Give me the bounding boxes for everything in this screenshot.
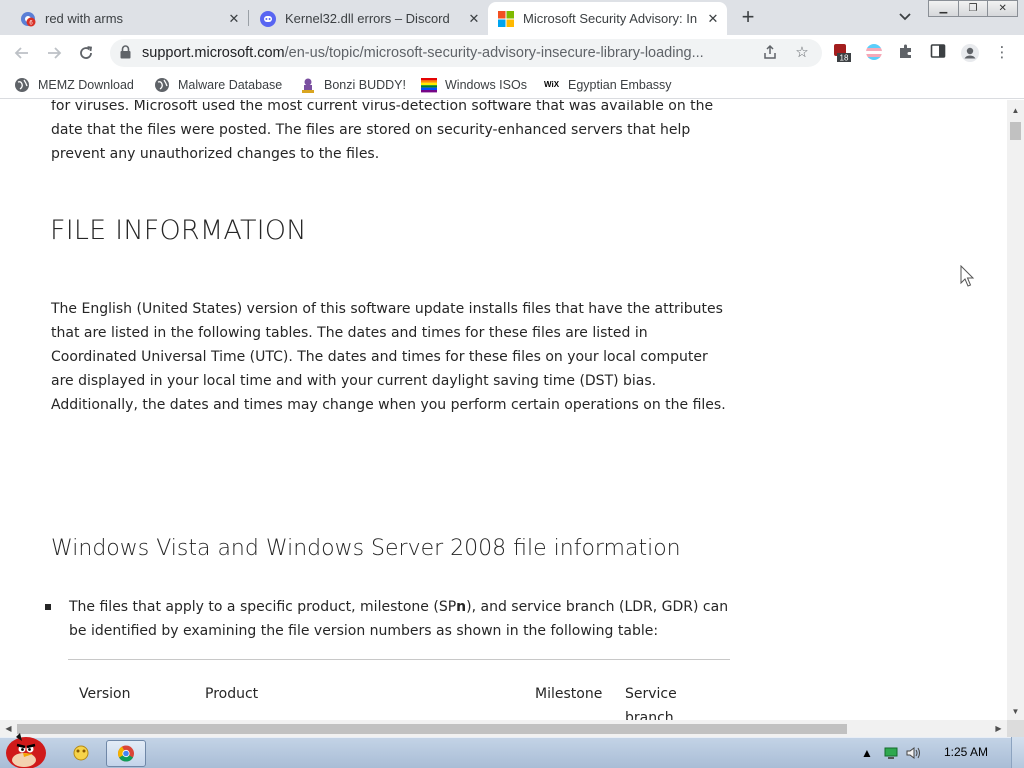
rainbow-flag-icon (421, 77, 437, 93)
new-tab-button[interactable]: + (737, 6, 759, 28)
tab-microsoft-security-advisory[interactable]: Microsoft Security Advisory: In ✕ (488, 2, 727, 35)
extensions-puzzle-icon[interactable] (896, 43, 916, 63)
file-information-paragraph: The English (United States) version of t… (51, 297, 726, 417)
browser-toolbar: support.microsoft.com/en-us/topic/micros… (0, 35, 1024, 71)
reload-button[interactable] (74, 41, 98, 65)
paragraph-line: Additionally, the dates and times may ch… (51, 397, 726, 413)
forward-button[interactable] (42, 41, 66, 65)
table-header-version: Version (79, 686, 131, 702)
vertical-scroll-thumb[interactable] (1010, 122, 1021, 140)
start-button-angry-bird-icon[interactable] (2, 729, 50, 768)
extension-badge-icon[interactable]: 18 (832, 43, 852, 63)
table-header-service-branch: Service branch (625, 686, 677, 720)
bookmark-label: Bonzi BUDDY! (324, 78, 406, 92)
paragraph-line: The English (United States) version of t… (51, 301, 723, 317)
discord-icon (260, 10, 276, 27)
intro-line: for viruses. Microsoft used the most cur… (51, 100, 714, 114)
side-panel-icon[interactable] (928, 43, 948, 63)
bookmark-label: Windows ISOs (445, 78, 527, 92)
intro-paragraph: for viruses. Microsoft used the most cur… (51, 100, 713, 166)
bookmark-star-icon[interactable]: ☆ (793, 44, 811, 62)
globe-icon (154, 77, 170, 93)
paragraph-line: are displayed in your local time and wit… (51, 373, 657, 389)
share-icon[interactable] (761, 44, 779, 62)
close-icon[interactable]: ✕ (466, 11, 482, 27)
mouse-cursor-icon (960, 264, 976, 289)
profile-avatar-icon[interactable] (960, 43, 980, 63)
trans-flag-extension-icon[interactable] (864, 43, 884, 63)
bonzi-icon (300, 77, 316, 93)
restore-button[interactable]: ❐ (958, 0, 989, 17)
close-icon[interactable]: ✕ (705, 11, 721, 27)
tab-red-with-arms[interactable]: 6 red with arms ✕ (0, 2, 248, 35)
taskbar-explorer-button[interactable] (61, 740, 101, 767)
bullet-text: The files that apply to a specific produ… (69, 599, 457, 615)
table-header-milestone: Milestone (535, 686, 603, 702)
bookmark-label: MEMZ Download (38, 78, 134, 92)
microsoft-logo-icon (498, 10, 514, 27)
bookmarks-bar: MEMZ Download Malware Database Bonzi BUD… (0, 71, 1024, 99)
table-top-rule (68, 659, 730, 660)
vertical-scrollbar[interactable] (1007, 100, 1024, 720)
wix-icon: WiX (544, 80, 560, 89)
tab-title: Microsoft Security Advisory: In (523, 11, 698, 26)
scroll-up-arrow-icon[interactable]: ▲ (1007, 106, 1024, 115)
globe-icon (14, 77, 30, 93)
chrome-badge-icon: 6 (20, 11, 36, 27)
address-bar[interactable]: support.microsoft.com/en-us/topic/micros… (110, 39, 822, 67)
bookmark-label: Egyptian Embassy (568, 78, 672, 92)
taskbar-clock[interactable]: 1:25 AM (944, 745, 988, 759)
intro-line: date that the files were posted. The fil… (51, 122, 691, 138)
tab-title: red with arms (45, 11, 124, 26)
tray-network-icon[interactable] (884, 746, 898, 760)
url-path: /en-us/topic/microsoft-security-advisory… (284, 45, 704, 61)
tab-title: Kernel32.dll errors – Discord (285, 11, 450, 26)
scroll-down-arrow-icon[interactable]: ▼ (1007, 707, 1024, 716)
intro-line: prevent any unauthorized changes to the … (51, 146, 380, 162)
horizontal-scroll-thumb[interactable] (17, 724, 847, 734)
paragraph-line: Coordinated Universal Time (UTC). The da… (51, 349, 708, 365)
minimize-button[interactable]: ▁ (928, 0, 959, 17)
scrollbar-corner (1007, 720, 1024, 737)
bookmark-bonzi-buddy[interactable]: Bonzi BUDDY! (300, 76, 406, 94)
tray-expand-arrow-icon[interactable]: ▲ (860, 746, 874, 760)
window-controls: ▁ ❐ ✕ (928, 0, 1019, 18)
bookmark-label: Malware Database (178, 78, 283, 92)
page-content: for viruses. Microsoft used the most cur… (0, 100, 1007, 720)
bullet-marker (45, 604, 51, 610)
tab-strip: 6 red with arms ✕ Kernel32.dll errors – … (0, 0, 1024, 35)
close-window-button[interactable]: ✕ (988, 0, 1019, 17)
scroll-right-arrow-icon[interactable]: ▶ (990, 724, 1007, 733)
bookmark-memz-download[interactable]: MEMZ Download (14, 76, 134, 94)
lock-icon[interactable] (120, 45, 131, 59)
tab-discord[interactable]: Kernel32.dll errors – Discord ✕ (240, 2, 488, 35)
taskbar-chrome-button[interactable] (106, 740, 146, 767)
bullet-text: ), and service branch (LDR, GDR) can (466, 599, 729, 615)
tab-search-chevron-icon[interactable] (897, 9, 913, 25)
vista-file-information-heading: Windows Vista and Windows Server 2008 fi… (51, 536, 681, 561)
menu-kebab-icon[interactable]: ⋮ (992, 43, 1012, 63)
bookmark-egyptian-embassy[interactable]: WiX Egyptian Embassy (544, 76, 672, 94)
extension-badge-count: 18 (840, 54, 849, 63)
bullet-text-bold: n (456, 599, 467, 615)
paragraph-line: that are listed in the following tables.… (51, 325, 648, 341)
show-desktop-button[interactable] (1011, 737, 1024, 768)
back-button[interactable] (10, 41, 34, 65)
file-information-heading: FILE INFORMATION (50, 215, 307, 246)
url-domain: support.microsoft.com (142, 45, 285, 61)
bookmark-windows-isos[interactable]: Windows ISOs (421, 76, 527, 94)
tray-volume-icon[interactable] (906, 746, 920, 760)
bullet-text: be identified by examining the file vers… (69, 623, 659, 639)
bullet-list-item: The files that apply to a specific produ… (69, 595, 739, 643)
url-text[interactable]: support.microsoft.com/en-us/topic/micros… (142, 45, 752, 61)
bookmark-malware-database[interactable]: Malware Database (154, 76, 282, 94)
table-header-product: Product (205, 686, 259, 702)
